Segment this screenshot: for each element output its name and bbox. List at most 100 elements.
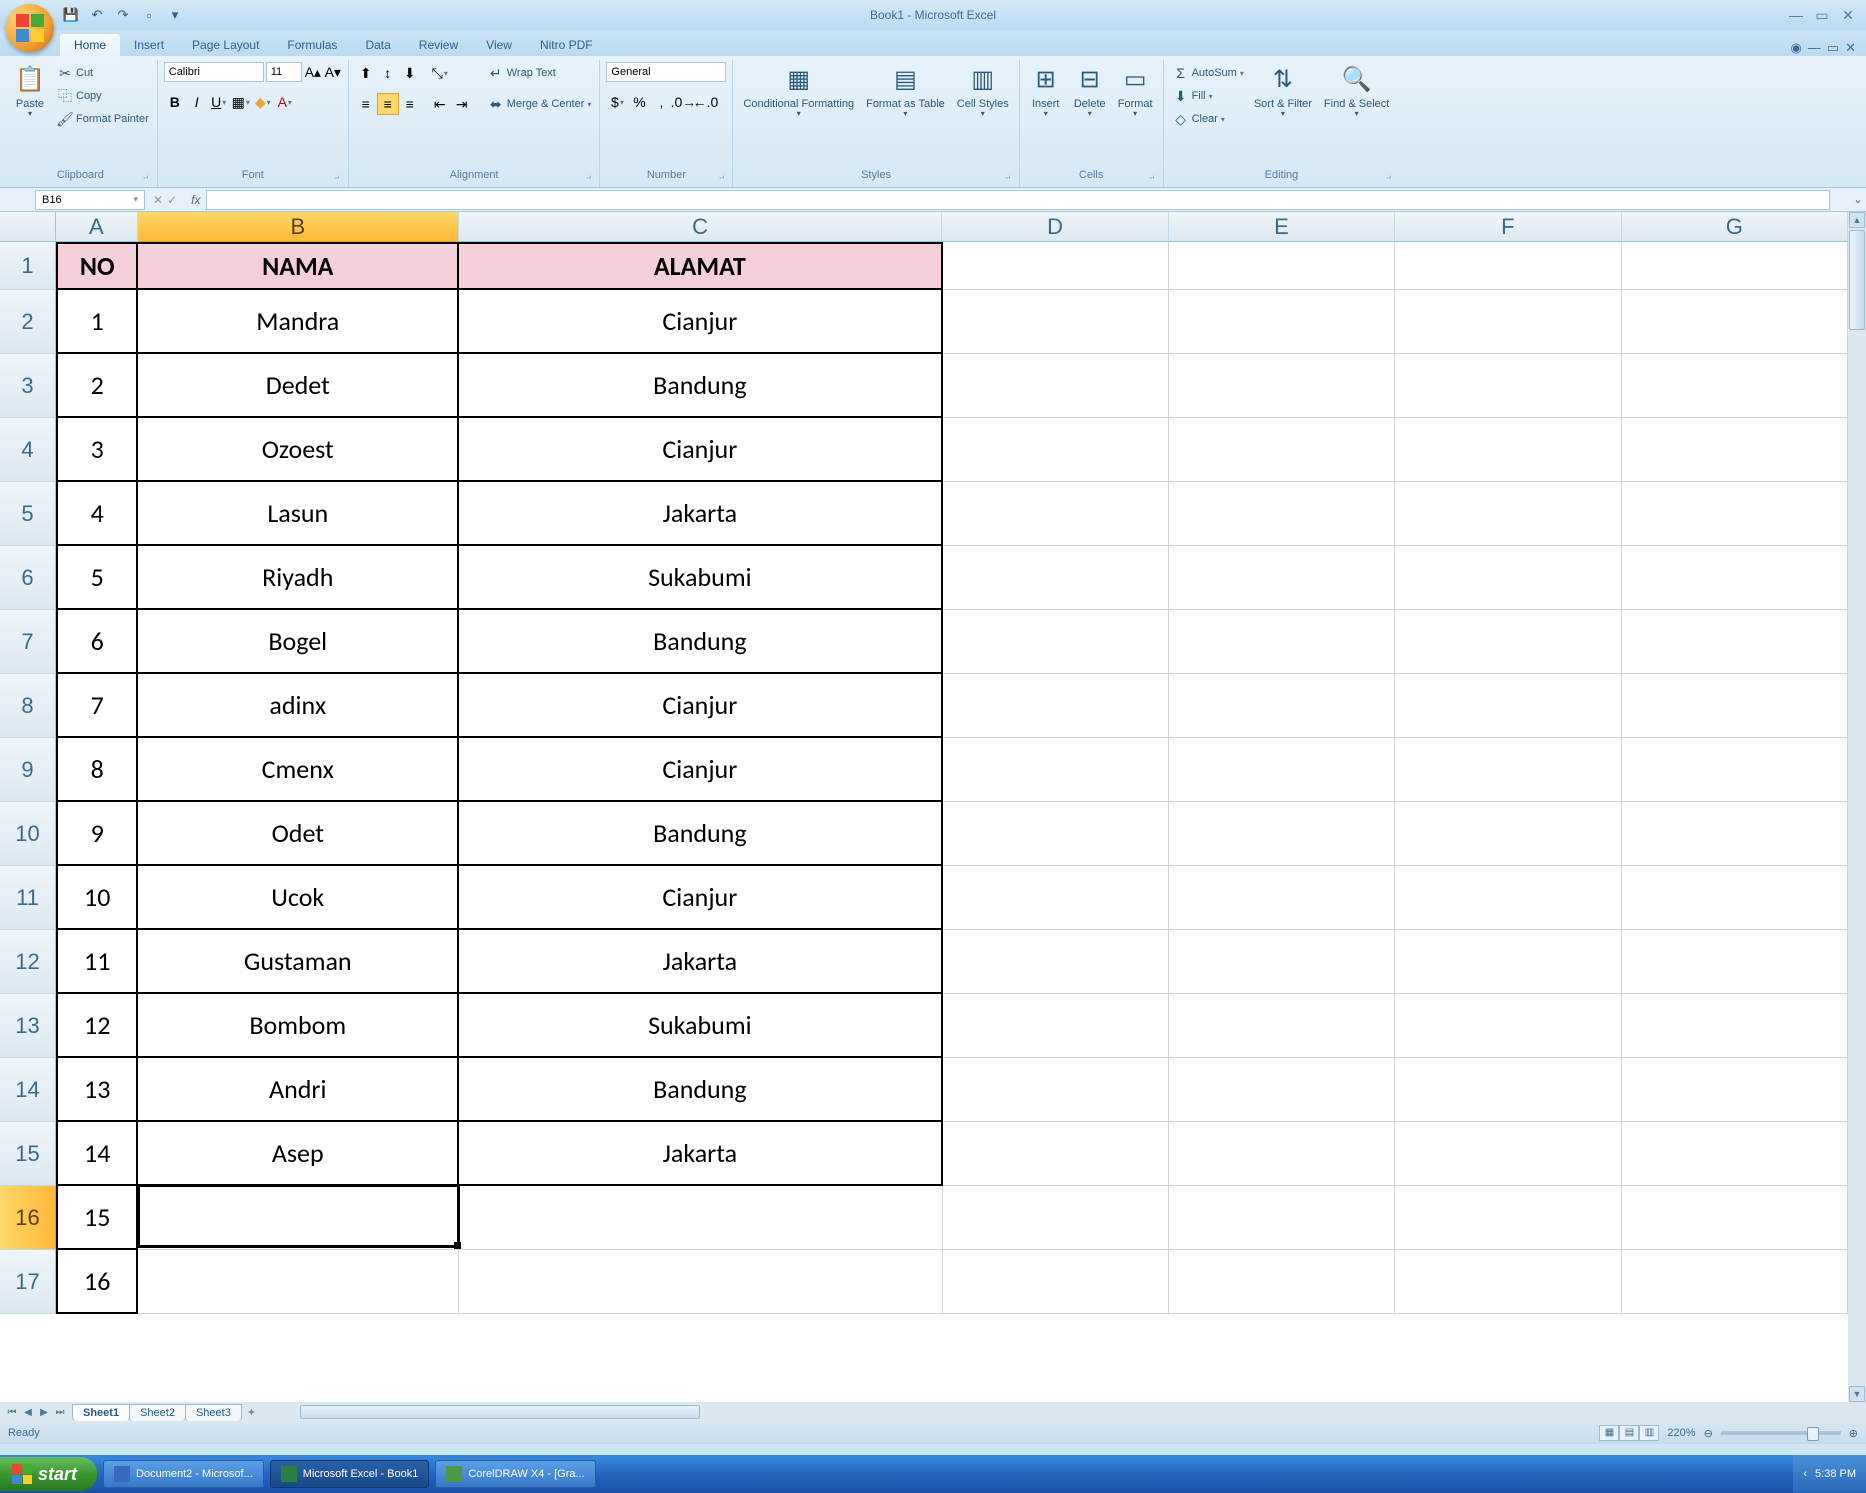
cell[interactable] <box>1395 610 1621 674</box>
data-cell[interactable]: Bombom <box>138 994 459 1058</box>
paste-button[interactable]: 📋 Paste ▾ <box>10 62 50 121</box>
cell[interactable] <box>1169 994 1395 1058</box>
row-header-4[interactable]: 4 <box>0 418 56 482</box>
decrease-decimal-icon[interactable]: ←.0 <box>694 91 716 113</box>
help-icon[interactable]: ◉ <box>1790 40 1801 56</box>
fill-button[interactable]: ⬇Fill <box>1170 85 1246 107</box>
comma-icon[interactable]: , <box>650 91 672 113</box>
data-cell[interactable]: 1 <box>56 290 138 354</box>
formula-expand-icon[interactable]: ⌄ <box>1850 193 1866 206</box>
cell[interactable] <box>1395 242 1621 290</box>
cell[interactable] <box>1169 546 1395 610</box>
cell[interactable] <box>1395 738 1621 802</box>
align-center-icon[interactable]: ≡ <box>377 93 399 115</box>
tab-insert[interactable]: Insert <box>120 34 178 56</box>
row-header-14[interactable]: 14 <box>0 1058 56 1122</box>
row-header-2[interactable]: 2 <box>0 290 56 354</box>
data-cell[interactable]: 14 <box>56 1122 138 1186</box>
cell[interactable] <box>1395 930 1621 994</box>
cell[interactable] <box>1395 354 1621 418</box>
data-cell[interactable] <box>138 1250 459 1314</box>
office-button[interactable] <box>6 4 54 52</box>
data-cell[interactable]: Lasun <box>138 482 459 546</box>
cell[interactable] <box>1169 802 1395 866</box>
fill-color-icon[interactable]: ◆ <box>252 91 274 113</box>
decrease-indent-icon[interactable]: ⇤ <box>429 93 451 115</box>
row-header-3[interactable]: 3 <box>0 354 56 418</box>
fx-icon[interactable]: fx <box>185 193 206 207</box>
select-all-corner[interactable] <box>0 212 56 242</box>
cell[interactable] <box>1395 674 1621 738</box>
enter-formula-icon[interactable]: ✓ <box>167 193 177 207</box>
row-header-6[interactable]: 6 <box>0 546 56 610</box>
data-cell[interactable]: Dedet <box>138 354 459 418</box>
qat-more-icon[interactable]: ▾ <box>164 4 186 26</box>
cell[interactable] <box>1622 994 1848 1058</box>
cell[interactable] <box>943 738 1169 802</box>
align-right-icon[interactable]: ≡ <box>399 93 421 115</box>
cell[interactable] <box>1169 866 1395 930</box>
cell[interactable] <box>1622 418 1848 482</box>
tray-expand-icon[interactable]: ‹ <box>1803 1468 1807 1480</box>
cell[interactable] <box>943 418 1169 482</box>
row-header-7[interactable]: 7 <box>0 610 56 674</box>
row-header-5[interactable]: 5 <box>0 482 56 546</box>
data-cell[interactable]: 12 <box>56 994 138 1058</box>
cell[interactable] <box>1169 290 1395 354</box>
data-cell[interactable] <box>138 1186 459 1250</box>
row-header-8[interactable]: 8 <box>0 674 56 738</box>
percent-icon[interactable]: % <box>628 91 650 113</box>
page-layout-view-icon[interactable]: ▤ <box>1619 1425 1639 1441</box>
align-middle-icon[interactable]: ↕ <box>377 62 399 84</box>
row-header-9[interactable]: 9 <box>0 738 56 802</box>
column-header-c[interactable]: C <box>459 212 943 242</box>
cell[interactable] <box>1622 866 1848 930</box>
cell[interactable] <box>1395 418 1621 482</box>
data-cell[interactable]: 3 <box>56 418 138 482</box>
data-cell[interactable]: 7 <box>56 674 138 738</box>
cell[interactable] <box>1169 418 1395 482</box>
cell[interactable] <box>943 802 1169 866</box>
formula-input[interactable] <box>206 190 1830 210</box>
cell[interactable] <box>1622 482 1848 546</box>
increase-decimal-icon[interactable]: .0→ <box>672 91 694 113</box>
cell[interactable] <box>1395 546 1621 610</box>
sheet-tab-2[interactable]: Sheet2 <box>129 1404 186 1421</box>
align-top-icon[interactable]: ⬆ <box>355 62 377 84</box>
tab-formulas[interactable]: Formulas <box>273 34 351 56</box>
cell[interactable] <box>943 546 1169 610</box>
data-cell[interactable] <box>459 1186 942 1250</box>
cell-styles-button[interactable]: ▥Cell Styles▾ <box>953 62 1013 121</box>
cell[interactable] <box>1169 1250 1395 1314</box>
orientation-icon[interactable]: ⤡ <box>429 62 451 84</box>
cell[interactable] <box>1169 738 1395 802</box>
data-cell[interactable]: Cianjur <box>459 418 942 482</box>
ribbon-restore-button[interactable]: ▭ <box>1827 40 1839 56</box>
row-header-11[interactable]: 11 <box>0 866 56 930</box>
cancel-formula-icon[interactable]: ✕ <box>153 193 163 207</box>
cell[interactable] <box>943 610 1169 674</box>
cell[interactable] <box>1622 802 1848 866</box>
row-header-16[interactable]: 16 <box>0 1186 56 1250</box>
row-header-15[interactable]: 15 <box>0 1122 56 1186</box>
vscroll-thumb[interactable] <box>1849 230 1865 330</box>
data-cell[interactable]: Cianjur <box>459 674 942 738</box>
data-cell[interactable]: 2 <box>56 354 138 418</box>
data-cell[interactable]: Cianjur <box>459 290 942 354</box>
number-format-input[interactable] <box>606 62 726 82</box>
sort-filter-button[interactable]: ⇅Sort & Filter▾ <box>1250 62 1316 121</box>
taskbar-item-word[interactable]: Document2 - Microsof... <box>103 1460 264 1488</box>
tab-view[interactable]: View <box>472 34 526 56</box>
font-name-input[interactable] <box>164 62 264 82</box>
clock[interactable]: 5:38 PM <box>1815 1468 1856 1480</box>
cell[interactable] <box>1622 930 1848 994</box>
sheet-nav-last-icon[interactable]: ⏭ <box>52 1407 68 1418</box>
grow-font-icon[interactable]: A▴ <box>304 63 322 81</box>
row-header-1[interactable]: 1 <box>0 242 56 290</box>
cell[interactable] <box>943 930 1169 994</box>
data-cell[interactable]: Riyadh <box>138 546 459 610</box>
restore-button[interactable]: ▭ <box>1812 7 1832 23</box>
zoom-in-icon[interactable]: ⊕ <box>1849 1427 1858 1440</box>
header-cell-a[interactable]: NO <box>56 242 138 290</box>
data-cell[interactable]: 9 <box>56 802 138 866</box>
